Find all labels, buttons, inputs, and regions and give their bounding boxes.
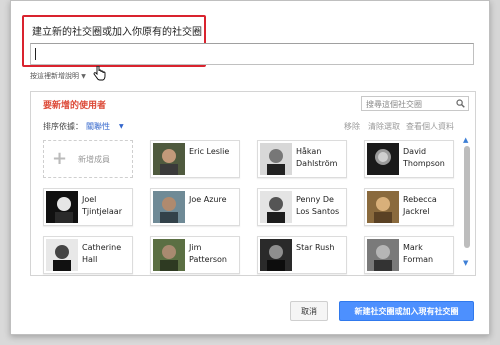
scroll-up-icon[interactable]: ▲ [463, 136, 468, 144]
circle-name-label: 建立新的社交圈或加入你原有的社交圈 [32, 27, 202, 38]
panel-header: 要新增的使用者 搜尋這個社交圈 [31, 92, 475, 116]
search-icon[interactable] [456, 99, 465, 108]
avatar [153, 239, 185, 271]
person-name: Joe Azure [189, 195, 227, 204]
avatar [153, 143, 185, 175]
avatar [367, 191, 399, 223]
person-name: Joel Tjintjelaar [82, 195, 122, 216]
scrollbar[interactable]: ▲ ▼ [463, 136, 472, 272]
person-card[interactable]: Rebecca Jackrel [364, 188, 454, 226]
scroll-down-icon[interactable]: ▼ [463, 259, 468, 267]
add-person-label: 新增成員 [78, 155, 110, 164]
person-card[interactable]: Catherine Hall [43, 236, 133, 274]
avatar [260, 143, 292, 175]
person-card[interactable]: Jim Patterson [150, 236, 240, 274]
sort-toolbar: 排序依據： 關聯性 ▼ 移除 清除選取 查看個人資料 [31, 120, 475, 134]
avatar [46, 191, 78, 223]
circle-name-input[interactable] [30, 43, 474, 65]
person-name: Catherine Hall [82, 243, 122, 264]
panel-title: 要新增的使用者 [43, 101, 107, 111]
person-card[interactable]: Star Rush [257, 236, 347, 274]
person-card[interactable]: Penny De Los Santos [257, 188, 347, 226]
cancel-button[interactable]: 取消 [290, 301, 328, 321]
person-card[interactable]: David Thompson [364, 140, 454, 178]
text-caret [35, 48, 36, 60]
hand-cursor-icon [93, 66, 106, 81]
sort-label: 排序依據： [43, 122, 83, 131]
person-name: Penny De Los Santos [296, 195, 340, 216]
avatar [260, 239, 292, 271]
person-name: Håkan Dahlström [296, 147, 338, 168]
person-card[interactable]: Eric Leslie [150, 140, 240, 178]
view-profile-action[interactable]: 查看個人資料 [406, 121, 454, 132]
avatar [46, 239, 78, 271]
circle-search-input[interactable]: 搜尋這個社交圈 [361, 96, 469, 111]
person-card[interactable]: Mark Forman [364, 236, 454, 274]
person-name: Mark Forman [403, 243, 434, 264]
people-panel: 要新增的使用者 搜尋這個社交圈 排序依據： 關聯性 ▼ 移除 清除選取 查看個人… [30, 91, 476, 276]
add-description-link[interactable]: 按這裡新增說明 ▼ [30, 71, 86, 81]
person-card[interactable]: Joe Azure [150, 188, 240, 226]
person-name: Eric Leslie [189, 147, 230, 156]
avatar [260, 191, 292, 223]
search-placeholder: 搜尋這個社交圈 [366, 100, 422, 109]
page-edge [490, 0, 500, 345]
clear-selection-action[interactable]: 清除選取 [368, 121, 400, 132]
add-person-card[interactable]: + 新增成員 [43, 140, 133, 178]
person-name: David Thompson [403, 147, 445, 168]
avatar [153, 191, 185, 223]
remove-action[interactable]: 移除 [344, 121, 360, 132]
create-circle-button[interactable]: 新建社交圈或加入現有社交圈 [339, 301, 474, 321]
person-card[interactable]: Håkan Dahlström [257, 140, 347, 178]
avatar [367, 239, 399, 271]
add-description-label: 按這裡新增說明 [30, 72, 79, 80]
chevron-down-icon: ▼ [81, 73, 86, 80]
person-name: Star Rush [296, 243, 335, 252]
chevron-down-icon[interactable]: ▼ [119, 123, 124, 130]
person-name: Jim Patterson [189, 243, 227, 264]
person-card[interactable]: Joel Tjintjelaar [43, 188, 133, 226]
sort-dropdown[interactable]: 關聯性 [86, 121, 110, 132]
avatar [367, 143, 399, 175]
person-name: Rebecca Jackrel [403, 195, 437, 216]
scrollbar-thumb[interactable] [464, 146, 470, 248]
plus-icon: + [52, 148, 68, 169]
